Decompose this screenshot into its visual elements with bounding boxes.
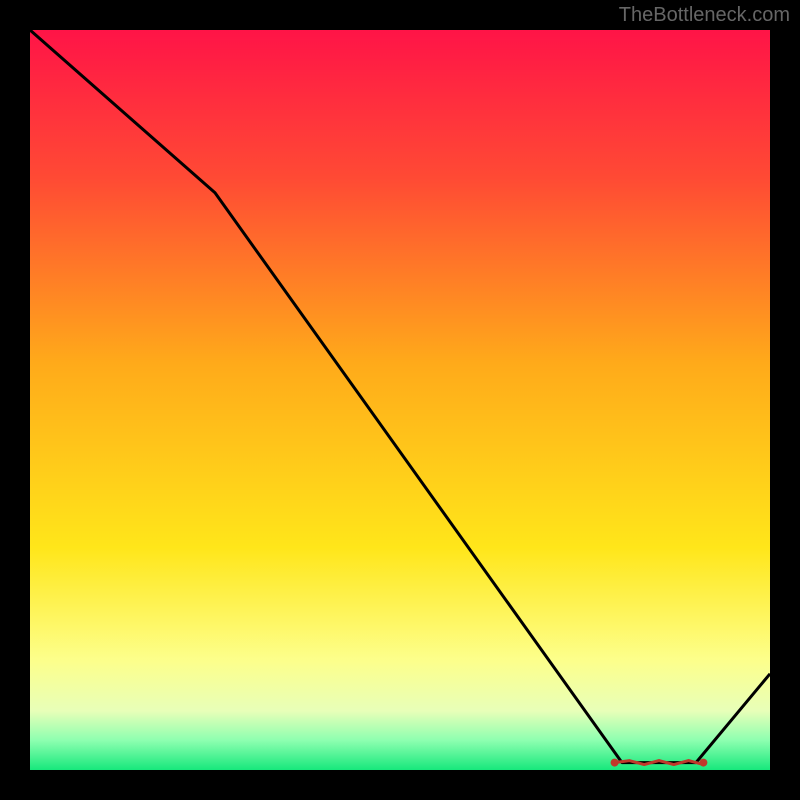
chart-plot-area: [30, 30, 770, 770]
bottleneck-curve: [30, 30, 770, 763]
chart-line-layer: [30, 30, 770, 770]
watermark-text: TheBottleneck.com: [619, 4, 790, 27]
